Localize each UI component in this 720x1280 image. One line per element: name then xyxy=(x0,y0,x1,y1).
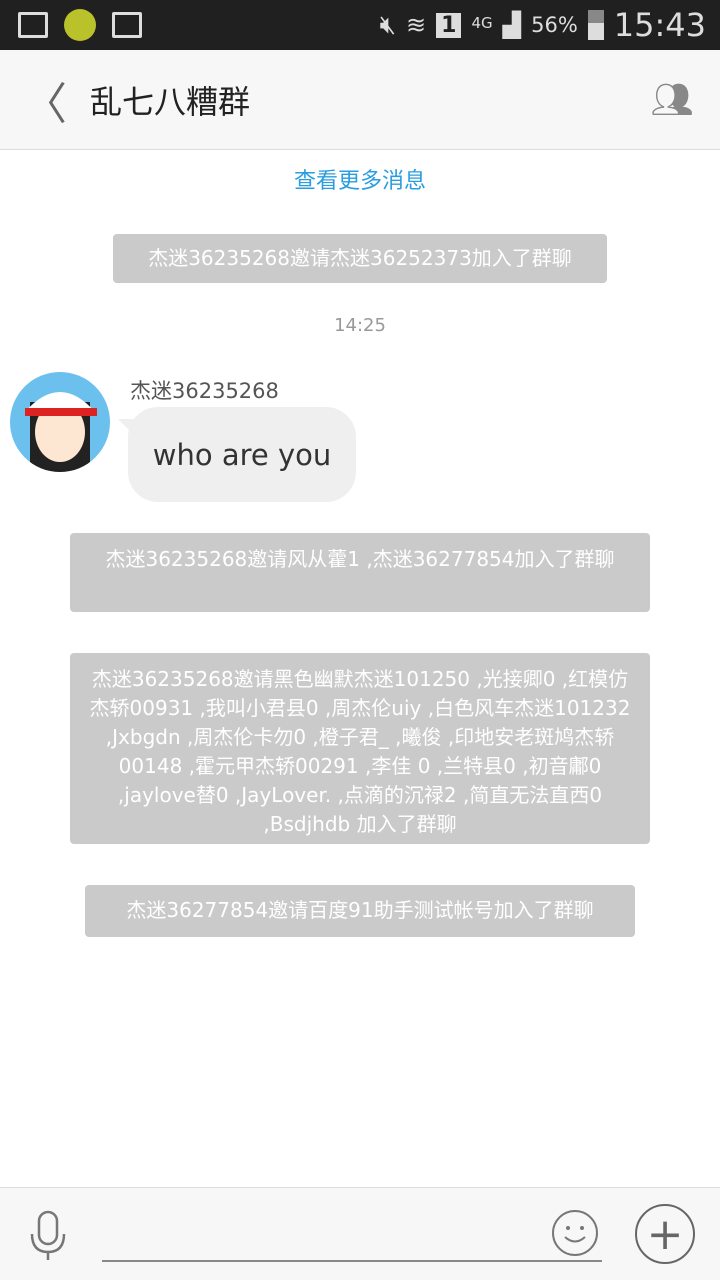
app-notification-icon xyxy=(64,9,96,41)
sender-name: 杰迷36235268 xyxy=(130,379,279,403)
chat-header: 〈 乱七八糟群 👥︎ xyxy=(0,50,720,150)
system-message: 杰迷36235268邀请黑色幽默杰迷101250 ,光接卿0 ,红模仿杰轿009… xyxy=(70,653,650,844)
emoji-button[interactable] xyxy=(552,1210,598,1256)
input-bar: + xyxy=(0,1187,720,1280)
more-options-button[interactable]: + xyxy=(635,1204,695,1264)
system-message: 杰迷36235268邀请风从藿1 ,杰迷36277854加入了群聊 xyxy=(70,533,650,612)
page-title: 乱七八糟群 xyxy=(90,82,251,121)
sim-icon: 1 xyxy=(436,12,462,38)
smiley-icon xyxy=(564,1226,586,1243)
wifi-icon: ≋ xyxy=(406,11,427,39)
microphone-icon xyxy=(30,1210,66,1260)
battery-percent: 56% xyxy=(531,13,578,37)
system-message: 杰迷36235268邀请杰迷36252373加入了群聊 xyxy=(113,234,607,283)
voice-button[interactable] xyxy=(28,1210,68,1262)
signal-icon: ▟ xyxy=(502,11,522,39)
gallery-icon xyxy=(112,12,142,38)
message-input[interactable] xyxy=(102,1206,602,1262)
battery-icon xyxy=(587,10,604,40)
mail-icon xyxy=(18,12,48,38)
group-members-button[interactable]: 👥︎ xyxy=(646,78,698,122)
mute-icon: 🔇︎ xyxy=(379,9,397,40)
back-button[interactable]: 〈 xyxy=(0,50,90,150)
chevron-left-icon: 〈 xyxy=(23,78,67,130)
timestamp: 14:25 xyxy=(334,315,386,336)
message-text: who are you xyxy=(152,437,332,472)
clock: 15:43 xyxy=(613,6,706,44)
system-message: 杰迷36277854邀请百度91助手测试帐号加入了群聊 xyxy=(85,885,635,937)
group-icon: 👥︎ xyxy=(650,79,694,120)
load-more-link[interactable]: 查看更多消息 xyxy=(0,163,720,195)
avatar[interactable] xyxy=(10,372,110,472)
network-type: 4G xyxy=(471,14,493,32)
message-bubble[interactable]: who are you xyxy=(118,407,356,502)
plus-icon: + xyxy=(646,1208,684,1260)
status-bar: 🔇︎ ≋ 1 4G ▟ 56% 15:43 xyxy=(0,0,720,50)
